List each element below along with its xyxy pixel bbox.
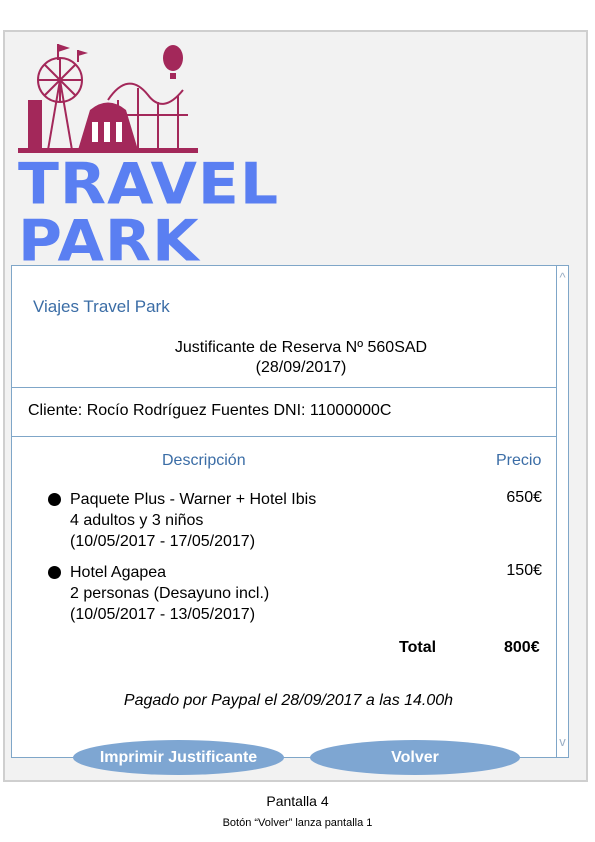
- screen-caption: Pantalla 4: [266, 793, 329, 809]
- bullet-icon: [48, 566, 61, 579]
- item-detail: 2 personas (Desayuno incl.): [70, 585, 270, 602]
- column-header-price: Precio: [496, 452, 542, 469]
- scroll-up-icon[interactable]: ^: [557, 270, 568, 286]
- receipt-title: Justificante de Reserva Nº 560SAD: [174, 339, 428, 356]
- scroll-down-icon[interactable]: v: [557, 734, 568, 750]
- payment-info: Pagado por Paypal el 28/09/2017 a las 14…: [123, 692, 454, 709]
- item-dates: (10/05/2017 - 13/05/2017): [70, 606, 256, 623]
- item-price: 650€: [506, 489, 542, 506]
- item-detail: 4 adultos y 3 niños: [70, 512, 204, 529]
- amusement-park-logo: [18, 44, 198, 153]
- item-price: 150€: [506, 562, 542, 579]
- back-button[interactable]: Volver: [310, 740, 520, 775]
- list-item: Paquete Plus - Warner + Hotel Ibis 4 adu…: [48, 489, 548, 555]
- total-value: 800€: [504, 639, 540, 656]
- client-info: Cliente: Rocío Rodríguez Fuentes DNI: 11…: [28, 402, 392, 419]
- company-name: Viajes Travel Park: [33, 297, 170, 316]
- divider: [12, 436, 556, 437]
- column-header-description: Descripción: [162, 452, 246, 469]
- item-dates: (10/05/2017 - 17/05/2017): [70, 533, 256, 550]
- total-label: Total: [399, 639, 437, 656]
- print-receipt-button[interactable]: Imprimir Justificante: [73, 740, 284, 775]
- item-title: Hotel Agapea: [70, 564, 167, 581]
- divider: [12, 387, 556, 388]
- bullet-icon: [48, 493, 61, 506]
- list-item: Hotel Agapea 2 personas (Desayuno incl.)…: [48, 562, 548, 628]
- logo-title: TRAVEL PARK: [18, 151, 280, 275]
- item-title: Paquete Plus - Warner + Hotel Ibis: [70, 491, 317, 508]
- screen-note: Botón “Volver” lanza pantalla 1: [222, 817, 373, 829]
- receipt-date: (28/09/2017): [255, 359, 347, 376]
